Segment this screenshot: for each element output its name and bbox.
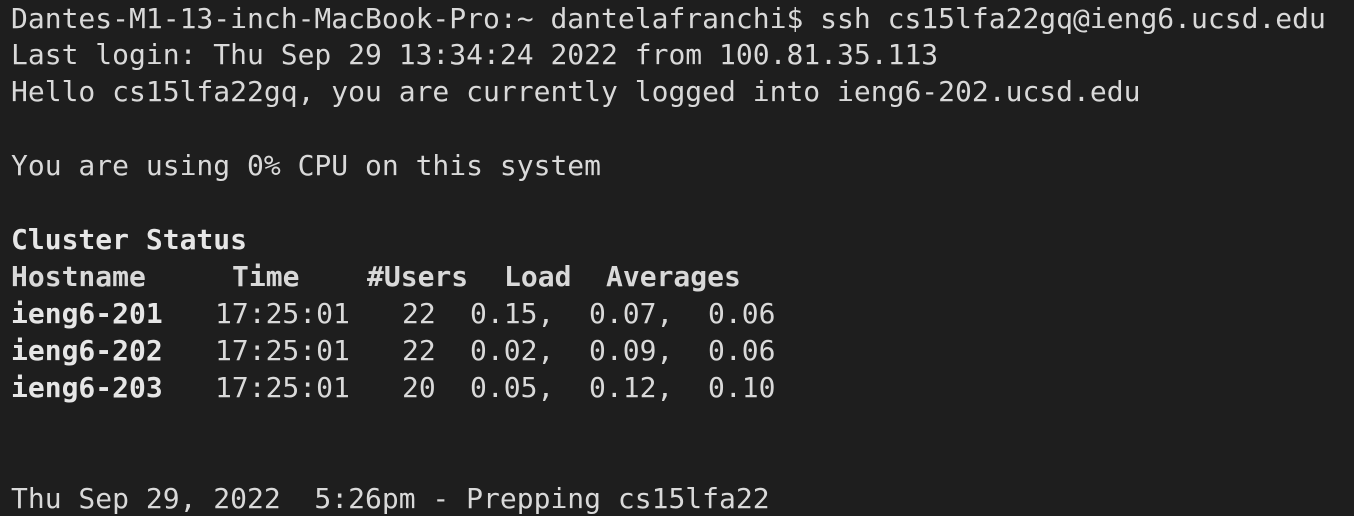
header-hostname: Hostname	[11, 260, 146, 293]
header-averages: Averages	[606, 260, 741, 293]
row-hostname: ieng6-203	[11, 371, 163, 404]
row-users: 22	[402, 334, 436, 367]
row-hostname: ieng6-202	[11, 334, 163, 367]
cpu-usage-line: You are using 0% CPU on this system	[11, 149, 602, 182]
row-load-5: 0.07,	[589, 297, 674, 330]
terminal-window[interactable]: Dantes-M1-13-inch-MacBook-Pro:~ dantelaf…	[0, 0, 1354, 516]
table-row: ieng6-203 17:25:01 20 0.05, 0.12, 0.10	[11, 369, 911, 406]
hello-line: Hello cs15lfa22gq, you are currently log…	[11, 75, 1141, 108]
row-load-1: 0.05,	[470, 371, 555, 404]
header-load: Load	[504, 260, 572, 293]
row-users: 22	[402, 297, 436, 330]
table-row: ieng6-201 17:25:01 22 0.15, 0.07, 0.06	[11, 295, 911, 332]
cluster-status-title: Cluster Status	[11, 223, 248, 256]
row-users: 20	[402, 371, 436, 404]
row-time: 17:25:01	[215, 334, 350, 367]
row-load-5: 0.12,	[589, 371, 674, 404]
table-row: ieng6-202 17:25:01 22 0.02, 0.09, 0.06	[11, 332, 911, 369]
ssh-command-line: Dantes-M1-13-inch-MacBook-Pro:~ dantelaf…	[11, 2, 1326, 35]
row-time: 17:25:01	[215, 297, 350, 330]
row-load-1: 0.15,	[470, 297, 555, 330]
row-load-5: 0.09,	[589, 334, 674, 367]
header-users: #Users	[367, 260, 469, 293]
header-time: Time	[232, 260, 300, 293]
cluster-table-header: Hostname Time #Users Load Averages	[11, 258, 911, 295]
last-login-line: Last login: Thu Sep 29 13:34:24 2022 fro…	[11, 38, 939, 71]
row-load-15: 0.06	[708, 297, 776, 330]
row-load-15: 0.10	[708, 371, 776, 404]
row-load-15: 0.06	[708, 334, 776, 367]
prepping-line: Thu Sep 29, 2022 5:26pm - Prepping cs15l…	[11, 482, 770, 515]
row-hostname: ieng6-201	[11, 297, 163, 330]
row-time: 17:25:01	[215, 371, 350, 404]
row-load-1: 0.02,	[470, 334, 555, 367]
